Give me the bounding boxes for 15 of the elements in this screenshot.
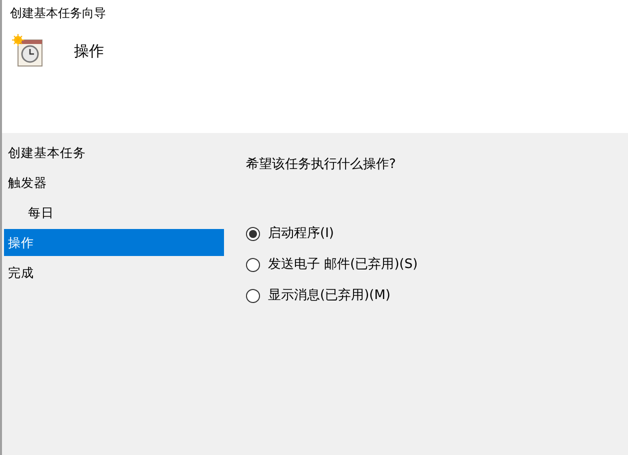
wizard-step[interactable]: 触发器 xyxy=(4,169,224,196)
radio-button[interactable] xyxy=(246,289,260,303)
wizard-step[interactable]: 每日 xyxy=(4,199,224,226)
radio-label[interactable]: 显示消息(已弃用)(M) xyxy=(268,286,391,306)
question-text: 希望该任务执行什么操作? xyxy=(246,156,397,174)
radio-label[interactable]: 启动程序(I) xyxy=(268,224,334,244)
wizard-step[interactable]: 完成 xyxy=(4,259,224,286)
window-title: 创建基本任务向导 xyxy=(10,5,106,22)
wizard-step[interactable]: 创建基本任务 xyxy=(4,139,224,166)
radio-button[interactable] xyxy=(246,258,260,272)
page-heading: 操作 xyxy=(74,40,104,62)
radio-button[interactable] xyxy=(246,227,260,241)
clock-icon xyxy=(12,34,44,68)
wizard-step[interactable]: 操作 xyxy=(4,229,224,256)
radio-label[interactable]: 发送电子 邮件(已弃用)(S) xyxy=(268,255,418,275)
